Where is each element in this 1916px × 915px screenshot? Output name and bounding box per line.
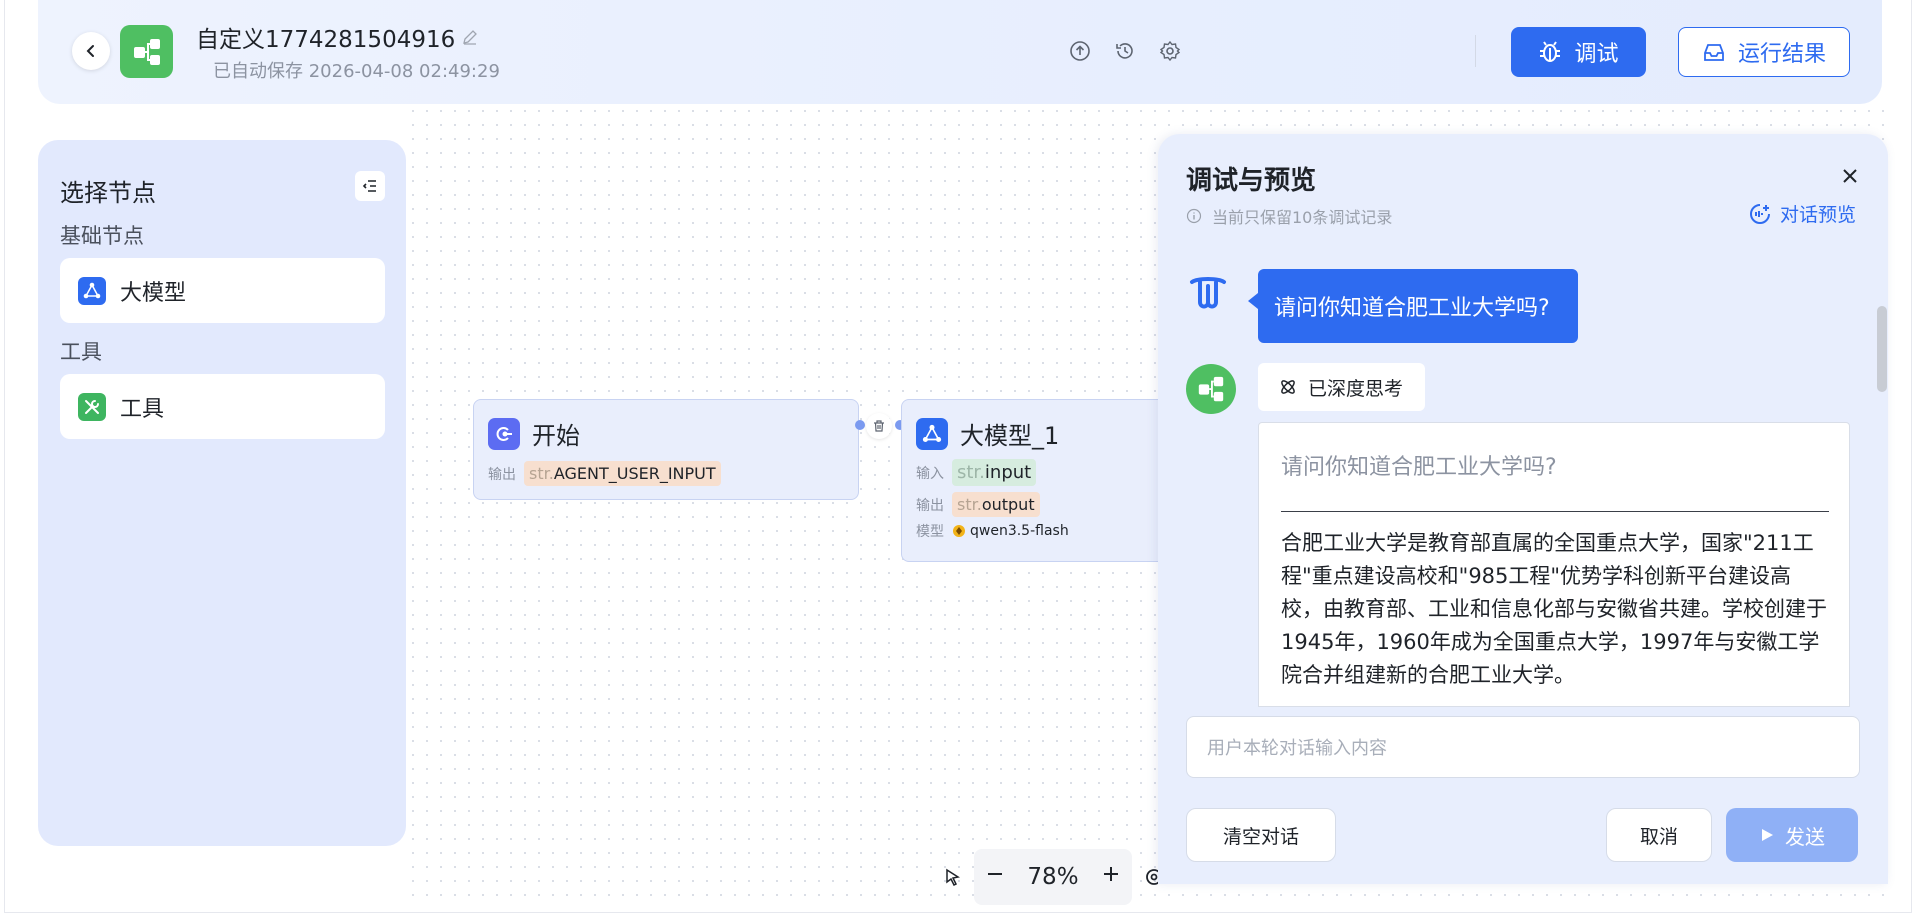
- debug-button[interactable]: 调试: [1511, 27, 1646, 77]
- llm-input-name: input: [984, 462, 1032, 483]
- llm-icon: [78, 276, 106, 305]
- close-icon: [1843, 169, 1857, 183]
- collapse-icon: [362, 180, 376, 192]
- chat-preview-icon: [1750, 203, 1770, 224]
- user-logo-icon: [1190, 277, 1226, 309]
- debug-record-note: 当前只保留10条调试记录: [1186, 204, 1392, 228]
- user-message-bubble: 请问你知道合肥工业大学吗?: [1248, 269, 1578, 343]
- node-option-tool-label: 工具: [120, 396, 165, 422]
- start-icon: [488, 417, 520, 450]
- node-selector-title: 选择节点: [60, 179, 156, 207]
- bug-icon: [1540, 41, 1561, 62]
- top-header: 自定义1774281504916 已自动保存 2026-04-08 02:49:…: [38, 0, 1882, 104]
- qwen-logo-icon: [953, 525, 965, 537]
- pointer-tool[interactable]: [940, 864, 966, 890]
- plus-icon: [1103, 867, 1118, 881]
- start-output-port[interactable]: [855, 420, 865, 430]
- info-icon: [1186, 208, 1202, 224]
- start-output-type: str.: [529, 464, 554, 483]
- start-node-title: 开始: [532, 422, 580, 450]
- play-icon: [1762, 829, 1773, 841]
- workflow-icon: [1198, 376, 1224, 402]
- debug-button-label: 调试: [1574, 42, 1619, 67]
- bot-avatar: [1186, 364, 1236, 414]
- answer-question-echo: 请问你知道合肥工业大学吗?: [1281, 455, 1557, 480]
- workflow-icon: [133, 38, 160, 65]
- start-node[interactable]: 开始 输出 str.AGENT_USER_INPUT: [473, 399, 859, 500]
- llm-output-tag: str.output: [952, 492, 1040, 517]
- upload-icon: [1070, 41, 1090, 61]
- send-button[interactable]: 发送: [1726, 808, 1858, 862]
- history-button[interactable]: [1112, 38, 1138, 64]
- section-basic-nodes: 基础节点: [60, 224, 144, 248]
- close-debug-panel-button[interactable]: [1838, 164, 1862, 188]
- debug-record-note-text: 当前只保留10条调试记录: [1212, 208, 1393, 227]
- clear-conversation-button[interactable]: 清空对话: [1186, 808, 1336, 862]
- publish-button[interactable]: [1067, 38, 1093, 64]
- send-button-label: 发送: [1785, 824, 1825, 849]
- node-option-llm[interactable]: 大模型: [60, 258, 385, 323]
- deep-thinking-label: 已深度思考: [1308, 377, 1404, 400]
- llm-input-type: str.: [957, 462, 985, 483]
- chevron-left-icon: [86, 45, 94, 57]
- deep-thinking-toggle[interactable]: 已深度思考: [1258, 363, 1425, 411]
- section-tools: 工具: [60, 340, 102, 364]
- node-selector-panel: 选择节点 基础节点 大模型 工具 工具: [38, 140, 406, 846]
- llm-model-label: 模型: [916, 524, 944, 540]
- chat-input-placeholder: 用户本轮对话输入内容: [1207, 738, 1387, 759]
- answer-text: 合肥工业大学是教育部直属的全国重点大学，国家"211工程"重点建设高校和"985…: [1281, 531, 1827, 687]
- llm-input-tag: str.input: [952, 459, 1037, 486]
- llm-node-title: 大模型_1: [960, 422, 1060, 450]
- history-icon: [1116, 43, 1133, 59]
- edit-pencil-icon[interactable]: [461, 28, 479, 46]
- zoom-level: 78%: [1027, 864, 1079, 890]
- run-result-label: 运行结果: [1737, 42, 1826, 67]
- autosave-status: 已自动保存 2026-04-08 02:49:29: [213, 61, 500, 82]
- llm-node-icon: [916, 417, 948, 450]
- llm-output-label: 输出: [916, 497, 944, 514]
- user-avatar: [1188, 274, 1228, 314]
- chat-preview-label: 对话预览: [1780, 204, 1857, 226]
- back-button[interactable]: [72, 32, 110, 70]
- start-output-tag: str.AGENT_USER_INPUT: [524, 461, 721, 486]
- cursor-icon: [946, 868, 960, 887]
- cancel-button[interactable]: 取消: [1606, 808, 1712, 862]
- llm-model-tag: qwen3.5-flash: [952, 523, 1069, 539]
- inbox-icon: [1704, 44, 1724, 61]
- minus-icon: [988, 873, 1003, 875]
- answer-divider: [1281, 511, 1829, 512]
- delete-edge-button[interactable]: [866, 413, 892, 439]
- debug-preview-panel: 调试与预览 当前只保留10条调试记录 对话预览 请问你知道合肥工业大学吗? 已深…: [1158, 134, 1888, 884]
- start-output-label: 输出: [488, 466, 516, 483]
- page-title: 自定义1774281504916: [196, 27, 456, 53]
- zoom-in-button[interactable]: [1101, 864, 1121, 890]
- app-title-row: 自定义1774281504916: [196, 20, 479, 54]
- collapse-panel-button[interactable]: [355, 171, 385, 201]
- app-logo: [120, 25, 173, 78]
- run-result-button[interactable]: 运行结果: [1678, 27, 1850, 77]
- chat-scrollbar[interactable]: [1877, 306, 1887, 392]
- llm-model-name: qwen3.5-flash: [970, 523, 1069, 539]
- llm-output-type: str.: [957, 495, 982, 514]
- debug-panel-title: 调试与预览: [1186, 166, 1317, 196]
- settings-button[interactable]: [1157, 38, 1183, 64]
- chat-preview-link[interactable]: 对话预览: [1748, 200, 1856, 227]
- chat-input[interactable]: 用户本轮对话输入内容: [1186, 716, 1860, 778]
- atom-icon: [1281, 380, 1295, 394]
- llm-input-label: 输入: [916, 465, 944, 482]
- llm-node[interactable]: 大模型_1 输入 str.input 输出 str.output 模型 qwen…: [901, 399, 1161, 562]
- gear-icon: [1159, 40, 1181, 62]
- node-option-tool[interactable]: 工具: [60, 374, 385, 439]
- zoom-out-button[interactable]: [985, 864, 1005, 890]
- trash-icon: [874, 420, 884, 432]
- llm-output-name: output: [981, 495, 1035, 514]
- zoom-control: 78%: [974, 849, 1132, 905]
- bot-answer-card: 请问你知道合肥工业大学吗? 合肥工业大学是教育部直属的全国重点大学，国家"211…: [1258, 422, 1850, 707]
- node-option-llm-label: 大模型: [120, 280, 187, 306]
- header-divider: [1475, 35, 1476, 67]
- start-output-name: AGENT_USER_INPUT: [553, 464, 716, 483]
- tool-icon: [78, 392, 106, 421]
